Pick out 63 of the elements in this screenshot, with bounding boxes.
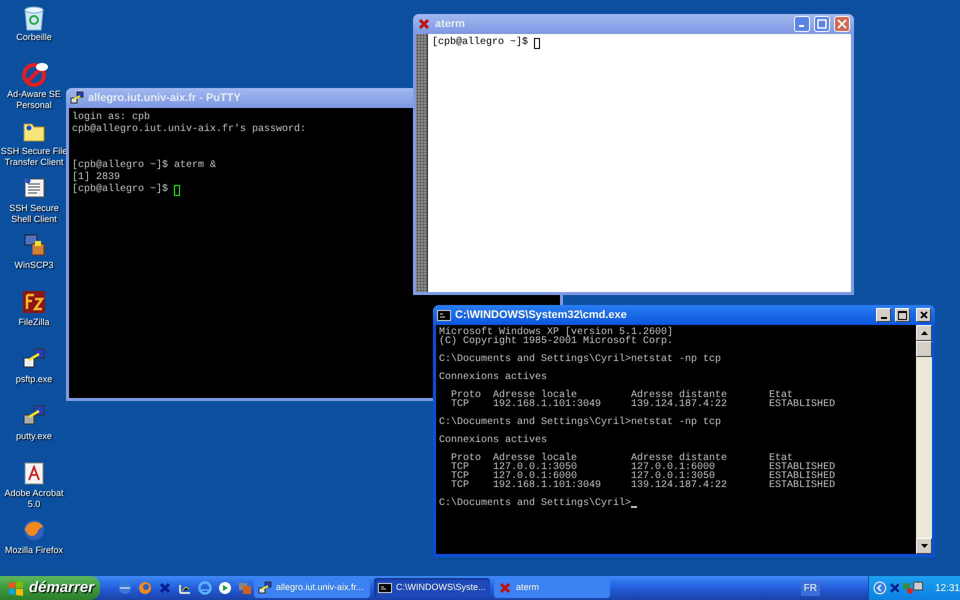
terminal-line: [1] 2839 (72, 172, 120, 184)
start-button[interactable]: démarrer (0, 576, 100, 600)
terminal-line: TCP 127.0.0.1:3050 127.0.0.1:6000 ESTABLISHED (450, 463, 836, 472)
chevron-icon[interactable] (873, 581, 887, 595)
scrollbar[interactable] (916, 325, 932, 554)
icon-label[interactable]: Mozilla Firefox (0, 545, 68, 556)
up-arrow-icon (920, 331, 928, 335)
terminal-line: C:\Documents and Settings\Cyril> (439, 499, 632, 508)
fz-logo-icon[interactable] (21, 289, 47, 315)
icon-label[interactable]: Corbeille (0, 32, 68, 43)
x-mark-icon[interactable] (890, 582, 900, 594)
taskbar-button[interactable]: allegro.iut.univ-aix.fr... (254, 578, 370, 598)
close-icon (920, 311, 928, 319)
icon-label[interactable]: FileZilla (0, 317, 68, 328)
taskbar-button[interactable]: aterm (494, 578, 610, 598)
icon-label[interactable]: psftp.exe (0, 374, 68, 385)
icon-label[interactable]: putty.exe (0, 431, 68, 442)
language-indicator[interactable]: FR (800, 580, 820, 596)
x-mark-icon (498, 581, 512, 595)
network-icon[interactable] (902, 581, 924, 595)
scroll-down-button[interactable] (916, 538, 932, 554)
icon-label[interactable]: Adobe Acrobat 5.0 (0, 488, 68, 510)
terminal-icon (70, 91, 84, 105)
x-mark-icon[interactable] (158, 581, 172, 595)
down-arrow-icon (920, 544, 928, 548)
terminal-line: cpb@allegro.iut.univ-aix.fr's password: (72, 124, 306, 136)
console-icon (437, 308, 451, 322)
scroll-up-button[interactable] (916, 325, 932, 341)
icon-label[interactable]: WinSCP3 (0, 260, 68, 271)
terminal-window[interactable] (433, 305, 935, 557)
terminal-line: [cpb@allegro ~]$ (72, 184, 170, 196)
terminal-line: TCP 192.168.1.101:3049 139.124.187.4:22 ESTABLISHED (450, 400, 836, 409)
globe-icon[interactable] (118, 581, 132, 595)
window-title: aterm (435, 16, 466, 32)
taskbar-button[interactable]: C:\WINDOWS\Syste... (374, 578, 490, 598)
icon-label[interactable]: Ad-Aware SE Personal (0, 89, 68, 111)
window-title: allegro.iut.univ-aix.fr - PuTTY (88, 90, 242, 106)
scrollbar[interactable] (416, 34, 428, 292)
terminal-line: C:\Documents and Settings\Cyril>netstat -np tcp (439, 418, 722, 427)
maximize-button[interactable] (895, 308, 910, 322)
maximize-icon (817, 19, 827, 29)
computers-bolt-icon (258, 581, 272, 595)
scroll-thumb[interactable] (916, 341, 932, 357)
terminal-line: TCP 127.0.0.1:6000 127.0.0.1:3050 ESTABLISHED (450, 472, 836, 481)
icon-label[interactable]: SSH Secure Shell Client (0, 203, 68, 225)
no-sign-icon[interactable] (21, 61, 47, 87)
terminal-line: [cpb@allegro ~]$ aterm & (72, 160, 216, 172)
terminal-line: login as: cpb (72, 112, 150, 124)
x-mark-icon (417, 17, 431, 31)
windows-flag-icon (8, 580, 24, 596)
maximize-icon (898, 310, 907, 320)
console-icon (378, 581, 392, 595)
terminal-line: [cpb@allegro ~]$ (432, 37, 530, 49)
close-icon (837, 19, 847, 29)
terminal-line: Connexions actives (439, 373, 548, 382)
terminal-line: TCP 192.168.1.101:3049 139.124.187.4:22 ESTABLISHED (450, 481, 836, 490)
close-button[interactable] (916, 308, 931, 322)
minimize-button[interactable] (876, 308, 891, 322)
clock: 12:31 (934, 582, 960, 596)
terminal-line: Proto Adresse locale Adresse distante Etat (450, 454, 794, 463)
play-disc-icon[interactable] (218, 581, 232, 595)
terminal-line: Connexions actives (439, 436, 548, 445)
terminal-window[interactable]: aterm [cpb@allegro ~]$ (413, 14, 854, 295)
